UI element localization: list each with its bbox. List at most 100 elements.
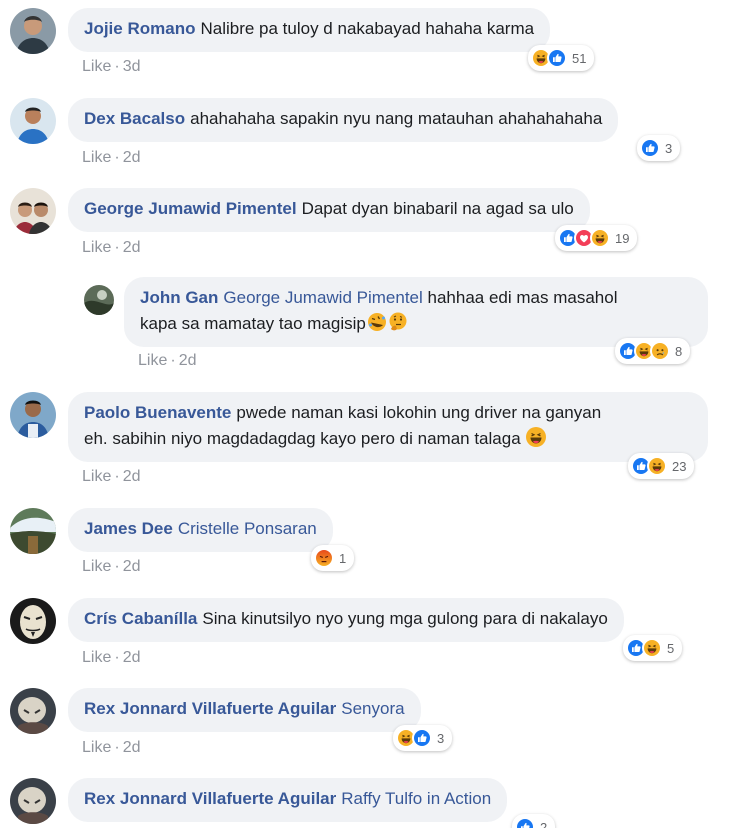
separator: ·: [114, 468, 120, 485]
separator: ·: [114, 58, 120, 75]
comment-bubble: Crís Cabanílla Sina kinutsilyo nyo yung m…: [68, 598, 624, 642]
comment-actions: Like · 2d: [82, 558, 140, 576]
separator: ·: [114, 558, 120, 575]
like-link[interactable]: Like: [82, 58, 111, 75]
timestamp[interactable]: 3d: [123, 58, 141, 75]
author-name[interactable]: Paolo Buenavente: [84, 403, 231, 422]
timestamp[interactable]: 2d: [123, 149, 141, 166]
thinking-emoji-icon: [388, 312, 408, 332]
timestamp[interactable]: 2d: [123, 558, 141, 575]
reaction-count: 23: [672, 458, 687, 474]
reaction-summary[interactable]: 8: [615, 338, 691, 364]
separator: ·: [114, 149, 120, 166]
comment-bubble: James Dee Cristelle Ponsaran: [68, 508, 333, 552]
separator: ·: [114, 239, 120, 256]
like-link[interactable]: Like: [82, 649, 111, 666]
like-icon: [515, 817, 535, 828]
comment-text: Nalibre pa tuloy d nakabayad hahaha karm…: [200, 19, 535, 38]
author-name[interactable]: Crís Cabanílla: [84, 609, 197, 628]
like-link[interactable]: Like: [138, 352, 167, 369]
comment-bubble: John Gan George Jumawid Pimentel hahhaa e…: [124, 277, 708, 347]
avatar[interactable]: [84, 285, 114, 315]
laughing-emoji-icon: [526, 427, 546, 447]
comment-text-line2: eh. sabihin niyo magdadagdag kayo pero d…: [84, 429, 521, 448]
like-link[interactable]: Like: [82, 739, 111, 756]
like-link[interactable]: Like: [82, 558, 111, 575]
timestamp[interactable]: 2d: [123, 239, 141, 256]
separator: ·: [114, 649, 120, 666]
mention-link[interactable]: Raffy Tulfo in Action: [341, 789, 491, 808]
comment-bubble: Paolo Buenavente pwede naman kasi lokohin…: [68, 392, 708, 462]
haha-icon: [642, 638, 662, 658]
reaction-count: 51: [572, 50, 587, 66]
timestamp[interactable]: 2d: [123, 468, 141, 485]
reaction-count: 2: [540, 819, 548, 828]
timestamp[interactable]: 2d: [179, 352, 197, 369]
comment-bubble: Rex Jonnard Villafuerte Aguilar Raffy Tul…: [68, 778, 508, 822]
comment-text-line2: kapa sa mamatay tao magisip: [140, 314, 366, 333]
comment-text: Sina kinutsilyo nyo yung mga gulong para…: [202, 609, 608, 628]
reaction-summary[interactable]: 19: [555, 225, 638, 251]
angry-icon: [314, 548, 334, 568]
comment-bubble: Jojie Romano Nalibre pa tuloy d nakabayad…: [68, 8, 551, 52]
separator: ·: [114, 739, 120, 756]
reaction-summary[interactable]: 3: [393, 725, 453, 751]
haha-icon: [647, 456, 667, 476]
timestamp[interactable]: 2d: [123, 739, 141, 756]
comment-actions: Like · 2d: [82, 239, 140, 257]
comment-text: Dapat dyan binabaril na agad sa ulo: [301, 199, 574, 218]
like-icon: [412, 728, 432, 748]
comment-actions: Like · 2d: [82, 468, 140, 486]
comment-text: ahahahaha sapakin nyu nang matauhan ahah…: [190, 109, 603, 128]
comment-text: hahhaa edi mas masahol: [427, 288, 618, 307]
reaction-count: 3: [437, 730, 445, 746]
mention-link[interactable]: Cristelle Ponsaran: [178, 519, 317, 538]
reaction-summary[interactable]: 5: [623, 635, 683, 661]
haha-icon: [590, 228, 610, 248]
timestamp[interactable]: 2d: [123, 649, 141, 666]
sad-icon: [650, 341, 670, 361]
avatar[interactable]: [10, 778, 56, 824]
comment-actions: Like · 2d: [138, 352, 196, 370]
separator: ·: [170, 352, 176, 369]
comment-actions: Like · 2d: [82, 149, 140, 167]
comment-bubble: George Jumawid Pimentel Dapat dyan binaba…: [68, 188, 590, 232]
comment-actions: Like · 3d: [82, 58, 140, 76]
avatar[interactable]: [10, 598, 56, 644]
comment-actions: Like · 2d: [82, 739, 140, 757]
reaction-summary[interactable]: 23: [628, 453, 695, 479]
reaction-count: 3: [665, 140, 673, 156]
like-link[interactable]: Like: [82, 239, 111, 256]
reaction-count: 19: [615, 230, 630, 246]
mention-link[interactable]: Senyora: [341, 699, 404, 718]
avatar[interactable]: [10, 98, 56, 144]
comment-actions: Like · 2d: [82, 649, 140, 667]
author-name[interactable]: Rex Jonnard Villafuerte Aguilar: [84, 699, 336, 718]
comment-text: pwede naman kasi lokohin ung driver na g…: [236, 403, 602, 422]
like-icon: [547, 48, 567, 68]
mention-link[interactable]: George Jumawid Pimentel: [223, 288, 422, 307]
reaction-count: 8: [675, 343, 683, 359]
author-name[interactable]: Dex Bacalso: [84, 109, 185, 128]
reaction-count: 5: [667, 640, 675, 656]
avatar[interactable]: [10, 688, 56, 734]
reaction-summary[interactable]: 1: [311, 545, 355, 571]
author-name[interactable]: John Gan: [140, 288, 218, 307]
author-name[interactable]: Jojie Romano: [84, 19, 195, 38]
reaction-summary[interactable]: 51: [528, 45, 595, 71]
author-name[interactable]: George Jumawid Pimentel: [84, 199, 297, 218]
avatar[interactable]: [10, 8, 56, 54]
comment-bubble: Dex Bacalso ahahahaha sapakin nyu nang ma…: [68, 98, 619, 142]
reaction-count: 1: [339, 550, 347, 566]
like-link[interactable]: Like: [82, 468, 111, 485]
avatar[interactable]: [10, 508, 56, 554]
avatar[interactable]: [10, 392, 56, 438]
avatar[interactable]: [10, 188, 56, 234]
reaction-summary[interactable]: 2: [512, 814, 556, 828]
rofl-emoji-icon: [367, 312, 387, 332]
comment-bubble: Rex Jonnard Villafuerte Aguilar Senyora: [68, 688, 421, 732]
author-name[interactable]: Rex Jonnard Villafuerte Aguilar: [84, 789, 336, 808]
reaction-summary[interactable]: 3: [637, 135, 681, 161]
author-name[interactable]: James Dee: [84, 519, 173, 538]
like-link[interactable]: Like: [82, 149, 111, 166]
